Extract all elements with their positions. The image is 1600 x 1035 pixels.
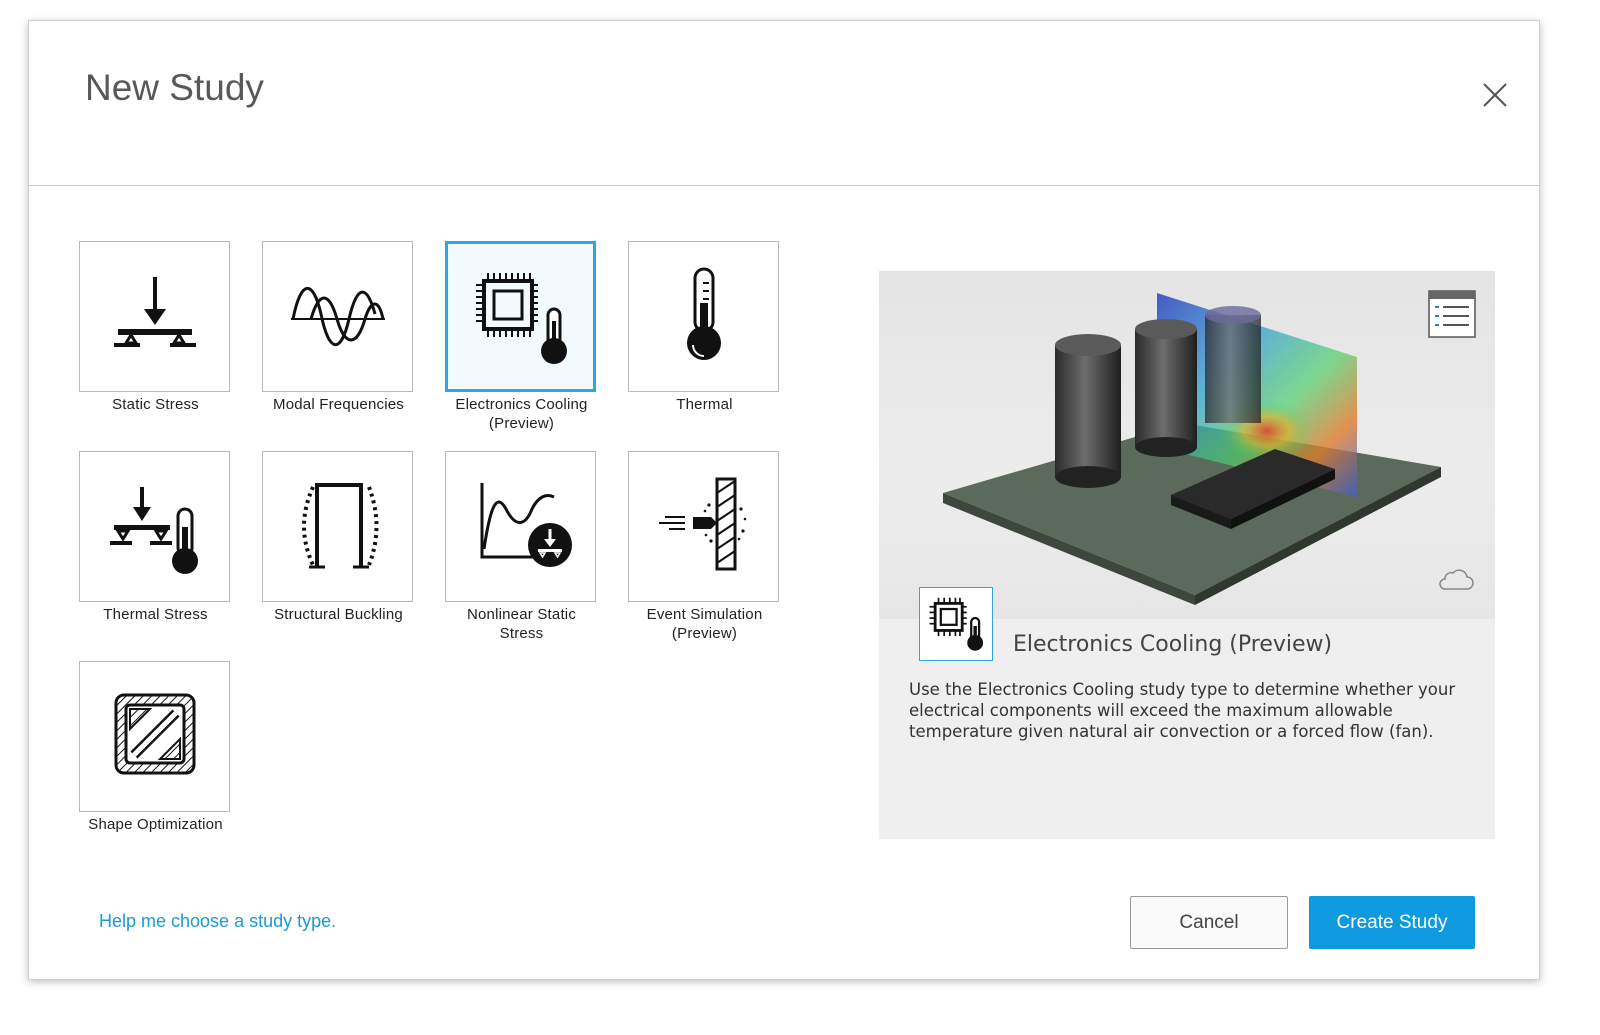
shape-optimization-icon [100,679,210,794]
cloud-icon [1439,569,1474,590]
dialog-title: New Study [85,67,264,108]
study-tile-box [79,661,230,812]
study-tile-thermal-stress[interactable]: Thermal Stress [79,451,232,624]
study-tile-label: Event Simulation (Preview) [646,606,763,642]
study-tile-box [79,451,230,602]
new-study-dialog: New Study Static Stress Modal Frequencie… [28,20,1540,980]
study-tile-label: Thermal [676,396,733,413]
preview-image [879,271,1495,619]
help-choose-study-link[interactable]: Help me choose a study type. [99,911,336,932]
study-tile-event-simulation[interactable]: Event Simulation (Preview) [628,451,781,643]
study-tile-modal-frequencies[interactable]: Modal Frequencies [262,241,415,414]
preview-study-icon [919,587,993,661]
structural-buckling-icon [283,469,393,584]
study-tile-nonlinear-static-stress[interactable]: Nonlinear Static Stress [445,451,598,643]
preview-description: Use the Electronics Cooling study type t… [909,680,1456,741]
thermometer-icon [649,259,759,374]
event-simulation-icon [649,469,759,584]
electronics-cooling-icon [466,259,576,374]
electronics-cooling-icon [925,591,987,658]
modal-frequencies-icon [283,259,393,374]
study-tile-box [445,241,596,392]
study-tile-label: Thermal Stress [103,606,208,623]
study-preview-panel: Electronics Cooling (Preview) Use the El… [879,271,1495,839]
study-tile-box [79,241,230,392]
study-tile-box [262,241,413,392]
study-tile-box [445,451,596,602]
study-tile-label: Nonlinear Static Stress [466,606,577,642]
study-tile-label: Electronics Cooling (Preview) [455,396,588,432]
static-stress-icon [100,259,210,374]
preview-title: Electronics Cooling (Preview) [1013,632,1333,657]
study-tile-thermal[interactable]: Thermal [628,241,781,414]
cancel-button[interactable]: Cancel [1130,896,1288,949]
thermal-stress-icon [100,469,210,584]
close-icon[interactable] [1481,81,1509,109]
study-tile-shape-optimization[interactable]: Shape Optimization [79,661,232,834]
study-tile-electronics-cooling[interactable]: Electronics Cooling (Preview) [445,241,598,433]
create-study-button[interactable]: Create Study [1309,896,1475,949]
study-tile-box [628,451,779,602]
study-tile-static-stress[interactable]: Static Stress [79,241,232,414]
study-tile-structural-buckling[interactable]: Structural Buckling [262,451,415,624]
study-tile-label: Structural Buckling [274,606,403,623]
dialog-header: New Study [29,21,1539,186]
study-tile-box [262,451,413,602]
study-tile-box [628,241,779,392]
study-tile-label: Shape Optimization [88,816,223,833]
nonlinear-static-stress-icon [466,469,576,584]
study-tile-label: Modal Frequencies [273,396,404,413]
study-tile-label: Static Stress [112,396,199,413]
list-icon[interactable] [1428,290,1476,338]
